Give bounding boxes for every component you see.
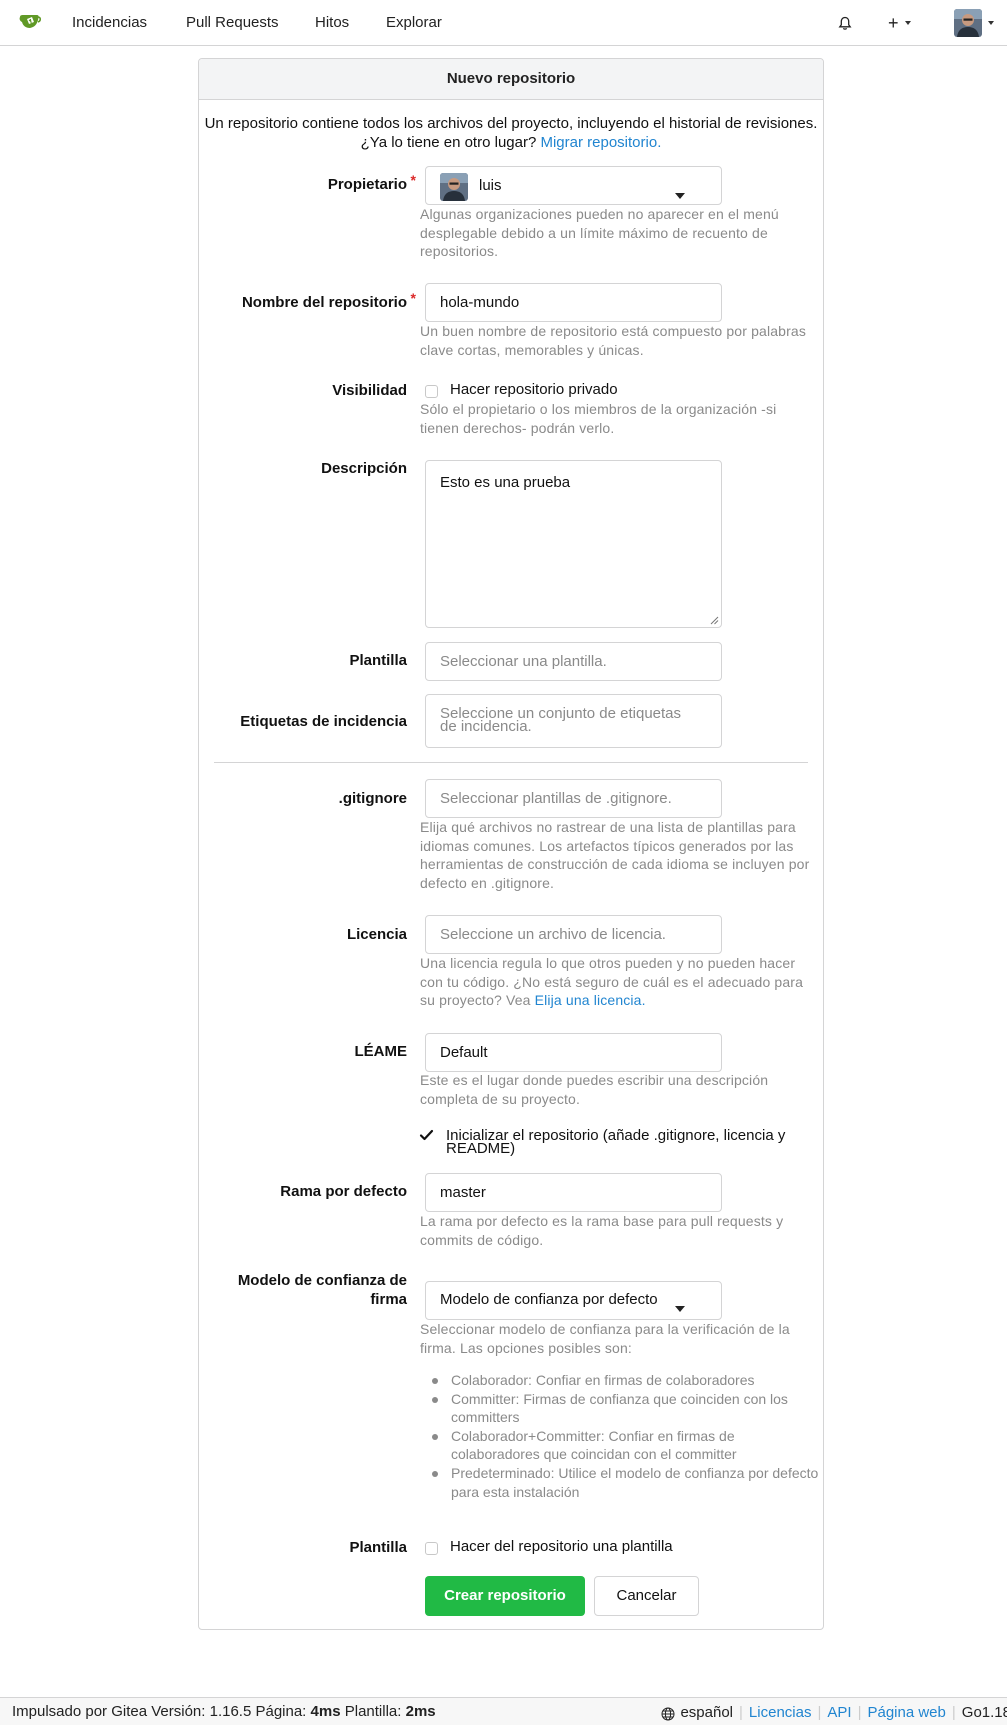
resize-handle-icon[interactable] — [709, 615, 719, 625]
bell-icon — [838, 16, 852, 30]
private-checkbox-label[interactable]: Hacer repositorio privado — [450, 381, 618, 398]
issue-labels-label: Etiquetas de incidencia — [240, 713, 407, 730]
trust-model-help: Seleccionar modelo de confianza para la … — [420, 1321, 790, 1356]
chevron-down-icon — [675, 1306, 685, 1312]
owner-avatar — [440, 173, 468, 201]
gitignore-label: .gitignore — [338, 790, 407, 807]
owner-value: luis — [479, 177, 502, 194]
trust-model-value: Modelo de confianza por defecto — [440, 1291, 658, 1308]
owner-help: Algunas organizaciones pueden no aparece… — [420, 206, 779, 260]
footer-licenses-link[interactable]: Licencias — [749, 1704, 812, 1721]
default-branch-input[interactable]: master — [425, 1173, 722, 1212]
template-label: Plantilla — [349, 652, 407, 669]
user-menu-dropdown[interactable] — [954, 0, 994, 46]
powered-by-text: Impulsado por Gitea Versión: 1.16.5 Pági… — [12, 1703, 307, 1720]
description-textarea[interactable]: Esto es una prueba — [425, 460, 722, 628]
repo-name-help: Un buen nombre de repositorio está compu… — [420, 323, 806, 358]
visibility-label: Visibilidad — [332, 382, 407, 399]
gitea-logo-icon[interactable] — [18, 11, 42, 33]
user-avatar — [954, 9, 982, 37]
language-selector[interactable]: español — [661, 1703, 733, 1721]
readme-help: Este es el lugar donde puedes escribir u… — [420, 1072, 769, 1107]
section-divider — [214, 762, 808, 763]
page-time: 4ms — [310, 1703, 341, 1720]
repo-name-input[interactable]: hola-mundo — [425, 283, 722, 322]
description-label: Descripción — [321, 460, 407, 477]
globe-icon — [661, 1707, 675, 1721]
owner-dropdown[interactable]: luis — [425, 166, 722, 205]
template-checkbox-label[interactable]: Hacer del repositorio una plantilla — [450, 1538, 673, 1555]
chevron-down-icon — [904, 21, 911, 25]
checkmark-icon — [419, 1129, 434, 1141]
gitignore-help: Elija qué archivos no rastrear de una li… — [420, 819, 810, 891]
go-version: Go1.18 — [961, 1703, 1007, 1721]
page-title: Nuevo repositorio — [199, 59, 823, 100]
footer-links: español | Licencias | API | Página web |… — [661, 1703, 1007, 1721]
nav-incidencias[interactable]: Incidencias — [72, 0, 147, 46]
chevron-down-icon — [675, 193, 685, 199]
nav-pull-requests[interactable]: Pull Requests — [186, 0, 279, 46]
cancel-button[interactable]: Cancelar — [594, 1576, 699, 1616]
template-checkbox[interactable] — [425, 1542, 438, 1555]
template-time-label: Plantilla: — [344, 1703, 402, 1720]
issue-labels-dropdown[interactable]: Seleccione un conjunto de etiquetas de i… — [425, 694, 722, 748]
choose-license-link[interactable]: Elija una licencia. — [535, 992, 646, 1008]
repo-name-label: Nombre del repositorio — [242, 289, 416, 312]
template-flag-label: Plantilla — [349, 1539, 407, 1556]
create-new-dropdown[interactable]: + — [888, 0, 911, 46]
footer-website-link[interactable]: Página web — [867, 1704, 945, 1721]
auto-init-checkbox[interactable] — [419, 1128, 434, 1143]
license-dropdown[interactable]: Seleccione un archivo de licencia. — [425, 915, 722, 954]
language-label: español — [680, 1703, 734, 1721]
trust-model-dropdown[interactable]: Modelo de confianza por defecto — [425, 1281, 722, 1320]
list-item: Colaborador+Committer: Confiar en firmas… — [432, 1427, 822, 1464]
nav-hitos[interactable]: Hitos — [315, 0, 349, 46]
gitignore-dropdown[interactable]: Seleccionar plantillas de .gitignore. — [425, 779, 722, 818]
form-intro: Un repositorio contiene todos los archiv… — [200, 114, 822, 152]
list-item: Committer: Firmas de confianza que coinc… — [432, 1390, 822, 1427]
list-item: Predeterminado: Utilice el modelo de con… — [432, 1464, 822, 1501]
list-item: Colaborador: Confiar en firmas de colabo… — [432, 1371, 822, 1390]
readme-dropdown[interactable]: Default — [425, 1033, 722, 1072]
nav-explorar[interactable]: Explorar — [386, 0, 442, 46]
private-checkbox[interactable] — [425, 385, 438, 398]
default-branch-label: Rama por defecto — [280, 1183, 407, 1200]
template-time: 2ms — [405, 1703, 436, 1720]
footer-version-info: Impulsado por Gitea Versión: 1.16.5 Pági… — [12, 1703, 436, 1720]
trust-model-label: Modelo de confianza de firma — [237, 1272, 407, 1308]
top-navbar: Incidencias Pull Requests Hitos Explorar… — [0, 0, 1007, 46]
migrate-repo-link[interactable]: Migrar repositorio. — [540, 134, 661, 151]
description-value: Esto es una prueba — [440, 474, 571, 491]
default-branch-help: La rama por defecto es la rama base para… — [420, 1213, 784, 1248]
owner-label: Propietario — [328, 171, 416, 194]
notifications-button[interactable] — [838, 0, 852, 46]
trust-model-options-list: Colaborador: Confiar en firmas de colabo… — [432, 1371, 822, 1501]
plus-icon: + — [888, 12, 899, 33]
visibility-help: Sólo el propietario o los miembros de la… — [420, 401, 777, 436]
create-repo-button[interactable]: Crear repositorio — [425, 1576, 585, 1616]
template-dropdown[interactable]: Seleccionar una plantilla. — [425, 642, 722, 681]
readme-label: LÉAME — [354, 1043, 408, 1060]
license-label: Licencia — [346, 926, 407, 943]
intro-text: Un repositorio contiene todos los archiv… — [204, 115, 818, 151]
auto-init-label[interactable]: Inicializar el repositorio (añade .gitig… — [446, 1128, 816, 1156]
chevron-down-icon — [988, 21, 994, 25]
license-help: Una licencia regula lo que otros pueden … — [420, 954, 815, 1010]
page-footer: Impulsado por Gitea Versión: 1.16.5 Pági… — [0, 1697, 1007, 1725]
footer-api-link[interactable]: API — [827, 1704, 851, 1721]
